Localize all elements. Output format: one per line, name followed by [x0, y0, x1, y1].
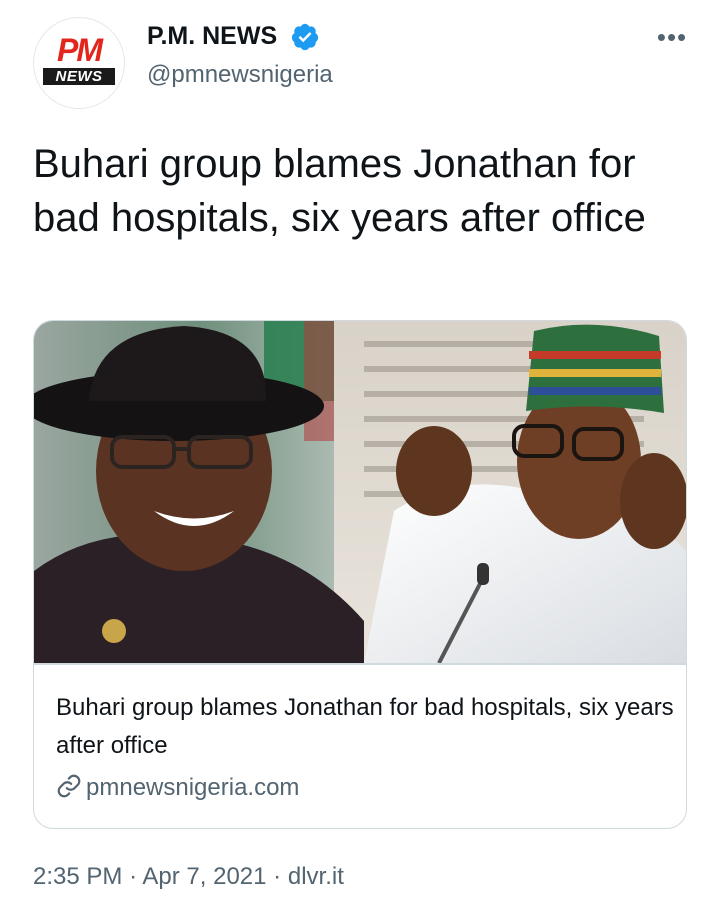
avatar-logo-pm: PM [57, 32, 103, 68]
card-divider [34, 663, 686, 665]
card-domain-text: pmnewsnigeria.com [86, 774, 300, 801]
display-name[interactable]: P.M. NEWS [147, 20, 277, 52]
account-handle[interactable]: @pmnewsnigeria [147, 60, 333, 90]
meta-separator: · [273, 863, 282, 890]
tweet-header: PM NEWS P.M. NEWS @pmnewsnigeria ••• [0, 0, 719, 110]
avatar-logo-news: NEWS [43, 68, 115, 85]
link-icon [57, 774, 81, 798]
tweet-date[interactable]: Apr 7, 2021 [142, 863, 266, 890]
tweet-metadata: 2:35 PM · Apr 7, 2021 · dlvr.it [33, 860, 344, 894]
verified-badge-icon [291, 23, 319, 51]
card-image[interactable] [34, 321, 686, 663]
avatar[interactable]: PM NEWS [33, 17, 125, 109]
more-options-icon[interactable]: ••• [652, 22, 692, 52]
card-title[interactable]: Buhari group blames Jonathan for bad hos… [56, 689, 676, 765]
link-preview-card[interactable]: Buhari group blames Jonathan for bad hos… [33, 320, 687, 829]
tweet-time[interactable]: 2:35 PM [33, 863, 122, 890]
meta-separator: · [129, 863, 138, 890]
tweet-source[interactable]: dlvr.it [288, 863, 344, 890]
card-domain[interactable]: pmnewsnigeria.com [56, 771, 299, 805]
tweet-text: Buhari group blames Jonathan for bad hos… [33, 142, 646, 240]
